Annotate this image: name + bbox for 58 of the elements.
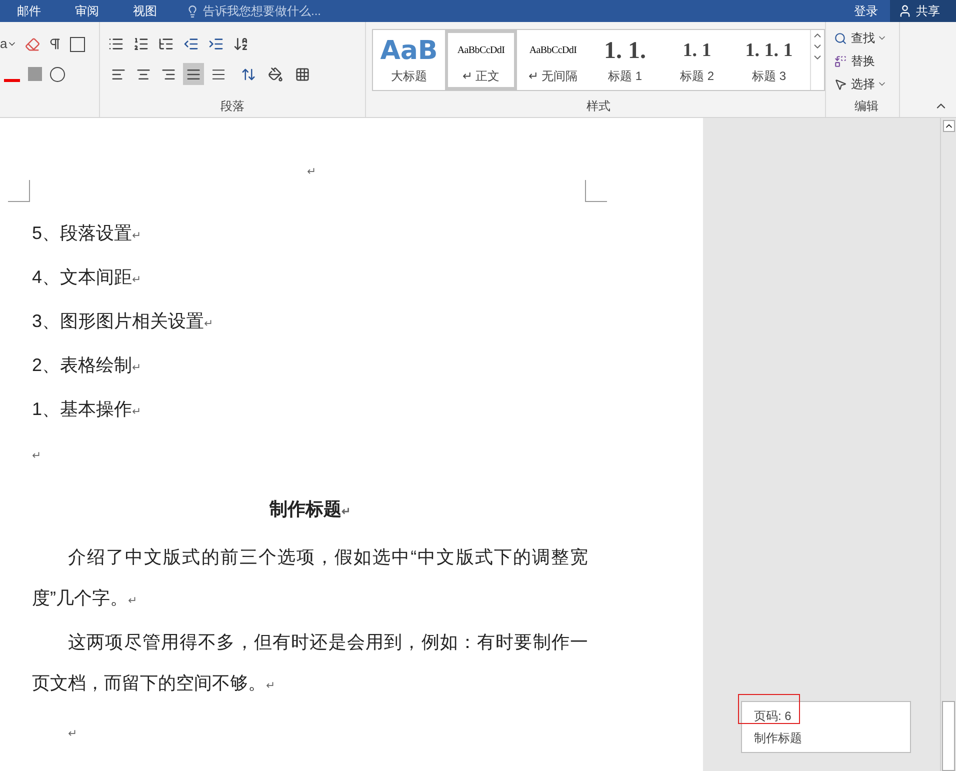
page-number: 页码: 6	[754, 708, 792, 725]
group-label: 段落	[220, 98, 244, 115]
bullets-icon[interactable]	[108, 36, 124, 52]
edit-button[interactable]: 替换	[834, 51, 899, 71]
group-label: 样式	[586, 98, 610, 115]
align-center-icon	[136, 66, 151, 82]
lightbulb-icon	[186, 4, 199, 18]
ribbon-tab[interactable]: 邮件	[0, 2, 58, 20]
empty-paragraph: ↵	[32, 449, 41, 464]
decrease-indent-icon[interactable]	[183, 36, 199, 52]
edit-button[interactable]: 选择	[834, 74, 899, 94]
sort-icon[interactable]	[233, 36, 249, 52]
highlight-frame	[738, 694, 800, 724]
body-paragraph: 介绍了中文版式的前三个选项，假如选中“中文版式下的调整宽度”几个字。↵	[32, 546, 588, 610]
margin-corner-mark	[8, 180, 30, 202]
style-item[interactable]: AaBbCcDdI ↵ 正文	[445, 30, 517, 90]
align-left-icon	[111, 66, 126, 82]
replace-icon	[834, 54, 847, 68]
list-item: 2、表格绘制↵	[32, 354, 142, 377]
align-right-icon	[161, 66, 176, 82]
scroll-thumb[interactable]	[942, 701, 955, 771]
style-item[interactable]: AaB 大标题	[373, 30, 445, 90]
search-icon	[834, 32, 847, 44]
body-paragraph: 这两项尽管用得不多，但有时还是会用到，例如：有时要制作一页文档，而留下的空间不够。↵	[32, 631, 588, 695]
font-name-field[interactable]: a	[0, 34, 18, 54]
heading: 制作标题↵	[268, 498, 352, 521]
scroll-up-icon[interactable]	[942, 120, 954, 132]
character-border-icon[interactable]	[70, 36, 86, 52]
group-label: 编辑	[854, 98, 878, 115]
margin-corner-mark	[585, 180, 607, 202]
style-item[interactable]: AaBbCcDdI ↵ 无间隔	[517, 30, 589, 90]
share-button[interactable]: 共享	[890, 0, 956, 22]
style-item[interactable]: 1. 1. 1 标题 3	[733, 30, 805, 90]
align-button[interactable]	[183, 63, 204, 85]
multilevel-list-icon[interactable]	[158, 36, 174, 52]
list-item: 3、图形图片相关设置↵	[32, 310, 214, 333]
enclose-character-icon[interactable]	[50, 66, 65, 82]
numbering-icon[interactable]	[133, 36, 149, 52]
sign-in-link[interactable]: 登录	[842, 2, 890, 20]
heading-name: 制作标题	[754, 730, 803, 747]
person-icon	[898, 4, 912, 18]
cursor-icon	[834, 78, 847, 90]
tell-me-field[interactable]: 告诉我您想要做什么...	[203, 2, 403, 20]
increase-indent-icon[interactable]	[208, 36, 224, 52]
eraser-icon[interactable]	[25, 36, 40, 52]
edit-button[interactable]: 查找	[834, 28, 899, 48]
ribbon-tab[interactable]: 审阅	[58, 2, 116, 20]
style-item[interactable]: 1. 1 标题 2	[661, 30, 733, 90]
ribbon-tab[interactable]: 视图	[116, 2, 174, 20]
empty-paragraph: ↵	[67, 727, 77, 742]
align-justify-icon	[186, 66, 201, 82]
header-paragraph-mark: ↵	[307, 165, 316, 180]
list-item: 4、文本间距↵	[32, 266, 142, 289]
style-item[interactable]: 1. 1. 标题 1	[589, 30, 661, 90]
list-item: 5、段落设置↵	[32, 222, 142, 245]
list-item: 1、基本操作↵	[32, 398, 142, 421]
align-distributed-icon	[211, 66, 226, 82]
vertical-scrollbar[interactable]	[940, 118, 956, 771]
